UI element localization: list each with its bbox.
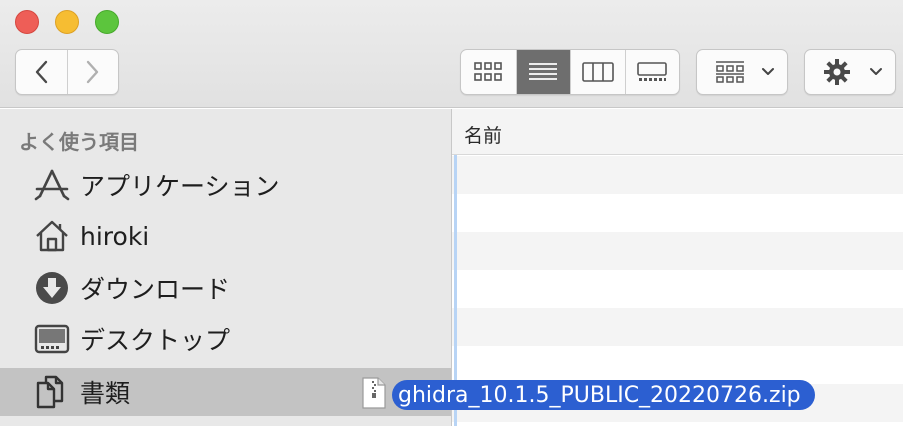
navigation-button-group xyxy=(15,49,119,95)
sidebar-item-label: アプリケーション xyxy=(80,172,280,201)
list-view-icon xyxy=(529,63,558,80)
sidebar-section-heading: よく使う項目 xyxy=(19,130,139,154)
back-button[interactable] xyxy=(16,50,67,94)
sidebar-item-label: ダウンロード xyxy=(80,275,231,304)
list-view-button[interactable] xyxy=(515,50,570,94)
chevron-down-icon xyxy=(762,68,774,75)
forward-button[interactable] xyxy=(66,50,118,94)
chevron-down-icon xyxy=(870,68,882,75)
sidebar-item-desktop[interactable]: デスクトップ xyxy=(0,315,451,363)
icon-view-icon xyxy=(474,62,503,81)
action-menu-button[interactable] xyxy=(804,49,896,95)
list-row xyxy=(452,232,903,270)
file-list[interactable]: 名前 xyxy=(452,109,903,426)
zip-file-icon xyxy=(362,377,386,409)
list-row xyxy=(452,308,903,346)
zoom-window-button[interactable] xyxy=(95,10,119,34)
desktop-icon xyxy=(34,321,70,357)
close-window-button[interactable] xyxy=(15,10,39,34)
window-toolbar xyxy=(0,0,903,108)
dragged-file-name: ghidra_10.1.5_PUBLIC_20220726.zip xyxy=(392,380,815,410)
sidebar-item-label: hiroki xyxy=(80,221,150,251)
gallery-view-icon xyxy=(637,62,668,81)
sidebar-item-downloads[interactable]: ダウンロード xyxy=(0,264,451,312)
list-row xyxy=(452,270,903,308)
icon-view-button[interactable] xyxy=(461,50,516,94)
group-by-button[interactable] xyxy=(696,49,788,95)
gallery-view-button[interactable] xyxy=(624,50,680,94)
column-view-button[interactable] xyxy=(570,50,625,94)
sidebar-item-label: 書類 xyxy=(80,379,131,408)
sidebar-item-applications[interactable]: アプリケーション xyxy=(0,161,451,209)
list-row xyxy=(452,156,903,194)
column-view-icon xyxy=(581,62,614,82)
list-row xyxy=(452,346,903,384)
list-row xyxy=(452,194,903,232)
minimize-window-button[interactable] xyxy=(55,10,79,34)
documents-icon xyxy=(34,374,70,410)
chevron-left-icon xyxy=(36,60,48,84)
chevron-right-icon xyxy=(86,60,99,84)
gear-icon xyxy=(824,59,850,85)
view-mode-group xyxy=(460,49,680,95)
downloads-icon xyxy=(34,270,70,306)
sidebar-item-home[interactable]: hiroki xyxy=(0,212,451,260)
applications-icon xyxy=(34,167,70,203)
sidebar-item-label: デスクトップ xyxy=(80,326,231,355)
group-grid-icon xyxy=(716,61,744,83)
home-icon xyxy=(34,218,70,254)
column-header-name[interactable]: 名前 xyxy=(452,109,903,155)
column-header-label: 名前 xyxy=(464,125,503,147)
